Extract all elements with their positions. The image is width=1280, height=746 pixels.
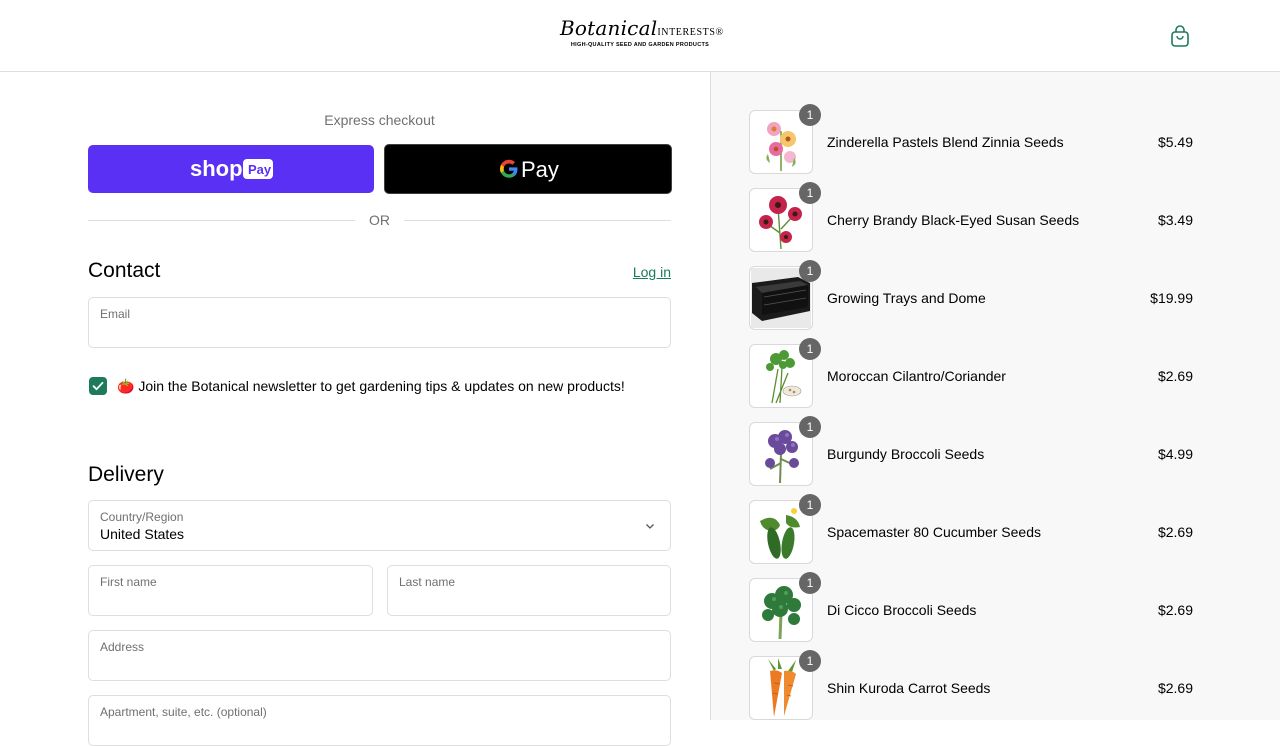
cart-line-item: 1 Growing Trays and Dome $19.99 xyxy=(749,260,1193,330)
product-thumbnail: 1 xyxy=(749,650,821,720)
gpay-label: Pay xyxy=(521,157,559,182)
quantity-badge: 1 xyxy=(799,182,821,204)
shop-pay-brand: shop xyxy=(190,156,243,181)
logo-tagline: HIGH-QUALITY SEED AND GARDEN PRODUCTS xyxy=(570,42,710,48)
product-name: Shin Kuroda Carrot Seeds xyxy=(827,680,991,696)
shopping-bag-icon xyxy=(1171,25,1189,47)
last-name-label: Last name xyxy=(399,575,456,589)
product-name: Burgundy Broccoli Seeds xyxy=(827,446,985,462)
checkout-main: Express checkout shop Pay Pay OR Contact… xyxy=(0,72,710,746)
apartment-field[interactable]: Apartment, suite, etc. (optional) xyxy=(88,695,671,746)
cart-line-item: 1 Spacemaster 80 Cucumber Seeds $2.69 xyxy=(749,494,1193,564)
logo-reg: ® xyxy=(715,27,724,38)
product-price: $2.69 xyxy=(1157,368,1193,384)
product-thumbnail: 1 xyxy=(749,494,821,564)
google-pay-button[interactable]: Pay xyxy=(384,144,672,194)
product-thumbnail: 1 xyxy=(749,416,821,486)
email-field[interactable]: Email xyxy=(88,297,671,348)
cart-line-item: 1 Shin Kuroda Carrot Seeds $2.69 xyxy=(749,650,1193,720)
logo-caps: INTERESTS xyxy=(657,27,716,38)
checkout-header: BotanicalINTERESTS® HIGH-QUALITY SEED AN… xyxy=(0,0,1280,72)
express-checkout-title: Express checkout xyxy=(324,112,435,128)
product-thumbnail: 1 xyxy=(749,104,821,174)
address-label: Address xyxy=(100,640,145,654)
product-name: Cherry Brandy Black-Eyed Susan Seeds xyxy=(827,212,1080,228)
country-value: United States xyxy=(100,526,185,542)
last-name-field[interactable]: Last name xyxy=(387,565,671,616)
address-field[interactable]: Address xyxy=(88,630,671,681)
chevron-down-icon xyxy=(646,524,654,529)
quantity-badge: 1 xyxy=(799,494,821,516)
product-price: $5.49 xyxy=(1157,134,1193,150)
cart-line-item: 1 Burgundy Broccoli Seeds $4.99 xyxy=(749,416,1193,486)
botanical-interests-logo[interactable]: BotanicalINTERESTS® HIGH-QUALITY SEED AN… xyxy=(560,16,723,54)
newsletter-checkbox[interactable] xyxy=(89,377,107,395)
apartment-label: Apartment, suite, etc. (optional) xyxy=(100,705,267,719)
quantity-badge: 1 xyxy=(799,104,821,126)
cart-line-item: 1 Di Cicco Broccoli Seeds $2.69 xyxy=(749,572,1193,642)
cart-line-item: 1 Zinderella Pastels Blend Zinnia Seeds … xyxy=(749,104,1193,174)
quantity-badge: 1 xyxy=(799,650,821,672)
shop-pay-badge: Pay xyxy=(248,162,272,177)
order-summary: 1 Zinderella Pastels Blend Zinnia Seeds … xyxy=(710,72,1280,720)
cart-line-item: 1 Moroccan Cilantro/Coriander $2.69 xyxy=(749,338,1193,408)
product-thumbnail: 1 xyxy=(749,338,821,408)
quantity-badge: 1 xyxy=(799,338,821,360)
country-region-select[interactable]: Country/Region United States xyxy=(88,500,671,551)
country-label: Country/Region xyxy=(100,510,184,524)
email-label: Email xyxy=(100,307,131,321)
quantity-badge: 1 xyxy=(799,260,821,282)
product-price: $2.69 xyxy=(1157,680,1193,696)
cart-button[interactable] xyxy=(1168,24,1192,48)
product-price: $2.69 xyxy=(1157,602,1193,618)
newsletter-label[interactable]: 🍅 Join the Botanical newsletter to get g… xyxy=(117,378,625,395)
product-price: $3.49 xyxy=(1157,212,1193,228)
cart-line-item: 1 Cherry Brandy Black-Eyed Susan Seeds $… xyxy=(749,182,1193,252)
product-price: $4.99 xyxy=(1157,446,1193,462)
product-thumbnail: 1 xyxy=(749,182,821,252)
shop-pay-logo-icon: shop Pay xyxy=(190,156,273,181)
delivery-heading: Delivery xyxy=(88,463,164,486)
logo-script: Botanical xyxy=(560,16,658,40)
product-thumbnail: 1 xyxy=(749,260,821,330)
checkmark-icon xyxy=(92,381,104,391)
product-name: Moroccan Cilantro/Coriander xyxy=(827,368,1006,384)
product-thumbnail: 1 xyxy=(749,572,821,642)
first-name-field[interactable]: First name xyxy=(88,565,373,616)
quantity-badge: 1 xyxy=(799,416,821,438)
product-name: Zinderella Pastels Blend Zinnia Seeds xyxy=(827,134,1064,150)
google-pay-logo-icon: Pay xyxy=(500,157,559,182)
or-divider: OR xyxy=(88,212,671,228)
contact-heading: Contact xyxy=(88,259,161,282)
product-name: Growing Trays and Dome xyxy=(827,290,986,306)
product-price: $19.99 xyxy=(1150,290,1193,306)
quantity-badge: 1 xyxy=(799,572,821,594)
log-in-link[interactable]: Log in xyxy=(600,264,671,280)
shop-pay-button[interactable]: shop Pay xyxy=(88,145,374,193)
product-name: Spacemaster 80 Cucumber Seeds xyxy=(827,524,1041,540)
product-name: Di Cicco Broccoli Seeds xyxy=(827,602,977,618)
product-price: $2.69 xyxy=(1157,524,1193,540)
first-name-label: First name xyxy=(100,575,157,589)
